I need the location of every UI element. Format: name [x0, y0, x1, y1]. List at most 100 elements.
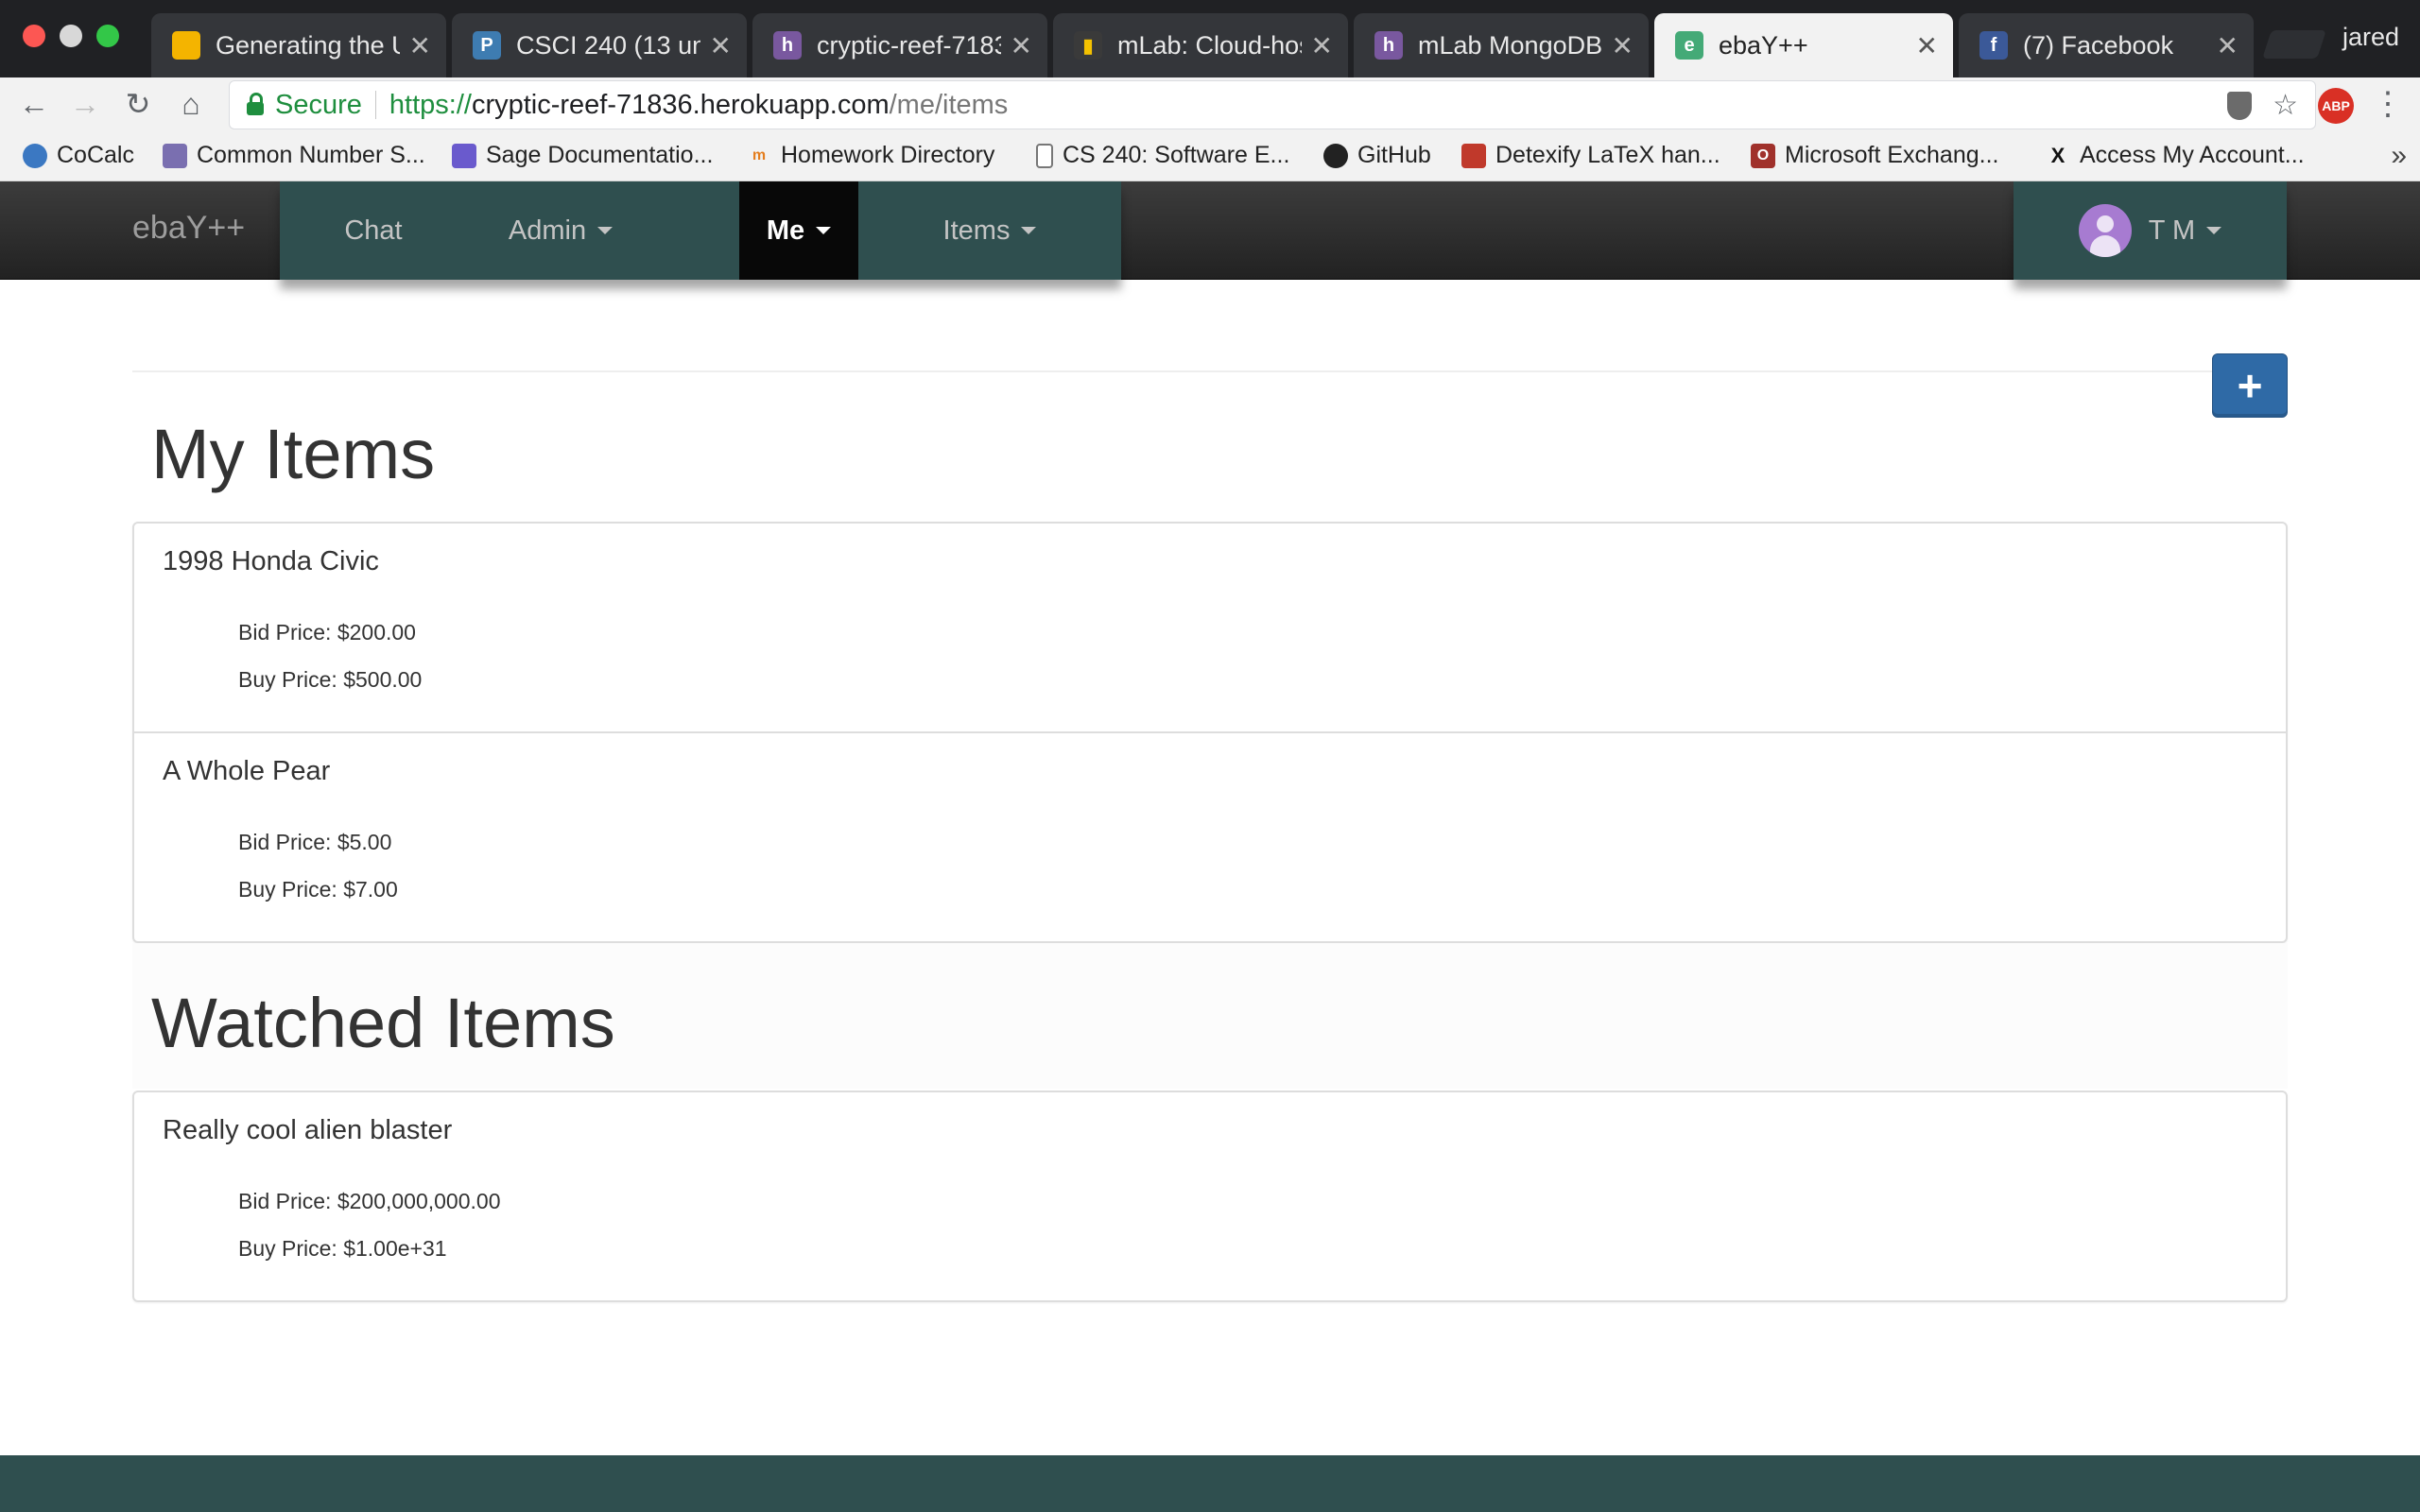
nav-me-dropdown[interactable]: Me: [739, 181, 858, 280]
more-bookmarks-icon[interactable]: »: [2391, 140, 2407, 172]
close-tab-icon[interactable]: ✕: [1311, 30, 1333, 61]
ebay-favicon: e: [1675, 31, 1703, 60]
outlook-icon: O: [1751, 143, 1775, 168]
tab-label: Generating the UP: [216, 30, 400, 60]
list-item[interactable]: Really cool alien blaster Bid Price: $20…: [134, 1092, 2286, 1302]
list-item[interactable]: A Whole Pear Bid Price: $5.00 Buy Price:…: [134, 733, 2286, 943]
close-tab-icon[interactable]: ✕: [710, 30, 732, 61]
chevron-down-icon: [816, 227, 832, 234]
tab-label: (7) Facebook: [2023, 30, 2174, 60]
bookmark-label: CoCalc: [57, 142, 134, 168]
bookmark-detexify[interactable]: Detexify LaTeX han...: [1461, 142, 1720, 169]
url-host: cryptic-reef-71836.herokuapp.com: [471, 89, 890, 120]
item-name: Really cool alien blaster: [163, 1115, 453, 1145]
close-tab-icon[interactable]: ✕: [409, 30, 431, 61]
my-items-title: My Items: [151, 415, 436, 493]
reload-icon[interactable]: ↻: [119, 85, 157, 123]
page-icon: [1036, 143, 1053, 168]
url-scheme: https://: [389, 89, 472, 120]
item-name: 1998 Honda Civic: [163, 546, 379, 576]
github-icon: [1323, 143, 1348, 168]
adblock-extension-icon[interactable]: ABP: [2318, 88, 2354, 124]
bookmark-cocalc[interactable]: CoCalc: [23, 142, 134, 169]
heroku-icon: h: [773, 31, 802, 60]
bid-price: Bid Price: $200,000,000.00: [238, 1189, 501, 1213]
avatar: [2078, 204, 2132, 257]
chevron-down-icon: [2206, 227, 2222, 234]
close-tab-icon[interactable]: ✕: [1612, 30, 1634, 61]
tab-label: ebaY++: [1719, 30, 1808, 60]
bookmark-label: Sage Documentatio...: [486, 142, 714, 168]
tab-label: CSCI 240 (13 unre: [516, 30, 700, 60]
close-tab-icon[interactable]: ✕: [2217, 30, 2238, 61]
bookmark-sage-docs[interactable]: Sage Documentatio...: [452, 142, 713, 169]
x-icon: X: [2046, 143, 2070, 168]
back-icon[interactable]: ←: [15, 85, 53, 123]
bookmark-exchange[interactable]: O Microsoft Exchang...: [1751, 142, 1998, 169]
nav-admin-dropdown[interactable]: Admin: [467, 181, 654, 280]
bookmark-common-number[interactable]: Common Number S...: [163, 142, 425, 169]
buy-price: Buy Price: $1.00e+31: [238, 1236, 447, 1261]
list-item[interactable]: 1998 Honda Civic Bid Price: $200.00 Buy …: [134, 524, 2286, 733]
item-name: A Whole Pear: [163, 756, 331, 786]
bookmark-label: Detexify LaTeX han...: [1495, 142, 1720, 168]
user-menu-dropdown[interactable]: T M: [2014, 181, 2287, 280]
lock-icon: [247, 93, 264, 115]
user-initials: T M: [2148, 215, 2196, 246]
detexify-icon: [1461, 143, 1486, 168]
shield-icon[interactable]: [2227, 91, 2253, 120]
profile-name[interactable]: jared: [2342, 23, 2399, 52]
forward-icon[interactable]: →: [66, 85, 104, 123]
browser-menu-icon[interactable]: ⋮: [2371, 85, 2405, 123]
nav-label: Me: [766, 215, 805, 246]
mlab-icon: ▮: [1074, 31, 1102, 60]
browser-tab[interactable]: h cryptic-reef-71836 ✕: [752, 13, 1047, 77]
home-icon[interactable]: ⌂: [172, 85, 210, 123]
bookmark-github[interactable]: GitHub: [1323, 142, 1431, 169]
heroku-icon: h: [1374, 31, 1403, 60]
minimize-window-button[interactable]: [60, 25, 82, 47]
bid-price: Bid Price: $5.00: [238, 830, 392, 854]
sage-icon: [452, 143, 476, 168]
maximize-window-button[interactable]: [96, 25, 119, 47]
page-footer: [0, 1455, 2420, 1512]
piazza-icon: P: [473, 31, 501, 60]
slides-icon: [172, 31, 200, 60]
facebook-icon: f: [1979, 31, 2008, 60]
moodle-icon: m: [747, 143, 771, 168]
browser-tab[interactable]: Generating the UP ✕: [151, 13, 446, 77]
star-icon[interactable]: ☆: [2273, 89, 2298, 122]
bookmark-label: CS 240: Software E...: [1063, 142, 1290, 168]
nav-chat[interactable]: Chat: [280, 181, 467, 280]
tab-label: mLab: Cloud-hoste: [1117, 30, 1302, 60]
bookmark-label: GitHub: [1357, 142, 1431, 168]
buy-price: Buy Price: $500.00: [238, 667, 423, 692]
browser-tab[interactable]: f (7) Facebook ✕: [1959, 13, 2254, 77]
watched-items-title: Watched Items: [151, 984, 615, 1062]
close-window-button[interactable]: [23, 25, 45, 47]
bookmark-cs240[interactable]: CS 240: Software E...: [1036, 142, 1289, 169]
tab-label: mLab MongoDB | H: [1418, 30, 1602, 60]
bookmark-label: Homework Directory: [781, 142, 995, 168]
browser-tab-active[interactable]: e ebaY++ ✕: [1654, 13, 1953, 77]
browser-tab[interactable]: ▮ mLab: Cloud-hoste ✕: [1053, 13, 1348, 77]
browser-tab[interactable]: h mLab MongoDB | H ✕: [1354, 13, 1649, 77]
address-bar[interactable]: Secure https:// cryptic-reef-71836.herok…: [229, 80, 2316, 129]
close-tab-icon[interactable]: ✕: [1011, 30, 1032, 61]
nav-label: Admin: [508, 215, 587, 246]
browser-tab[interactable]: P CSCI 240 (13 unre ✕: [452, 13, 747, 77]
bookmark-homework-directory[interactable]: m Homework Directory: [747, 142, 994, 169]
new-tab-button[interactable]: [2262, 30, 2326, 59]
chevron-down-icon: [1021, 227, 1037, 234]
browser-tab-strip: Generating the UP ✕ P CSCI 240 (13 unre …: [0, 0, 2420, 77]
nav-label: Items: [942, 215, 1011, 246]
site-navbar: ebaY++ Chat Admin Me Items T M: [0, 181, 2420, 280]
nav-menu: Chat Admin Me Items: [280, 181, 1121, 280]
add-item-button[interactable]: +: [2212, 353, 2288, 418]
nav-items-dropdown[interactable]: Items: [858, 181, 1121, 280]
close-tab-icon[interactable]: ✕: [1916, 30, 1938, 61]
brand-link[interactable]: ebaY++: [132, 210, 245, 247]
browser-toolbar: ← → ↻ ⌂ Secure https:// cryptic-reef-718…: [0, 77, 2420, 132]
bookmark-access-account[interactable]: X Access My Account...: [2046, 142, 2305, 169]
bid-price: Bid Price: $200.00: [238, 620, 416, 644]
